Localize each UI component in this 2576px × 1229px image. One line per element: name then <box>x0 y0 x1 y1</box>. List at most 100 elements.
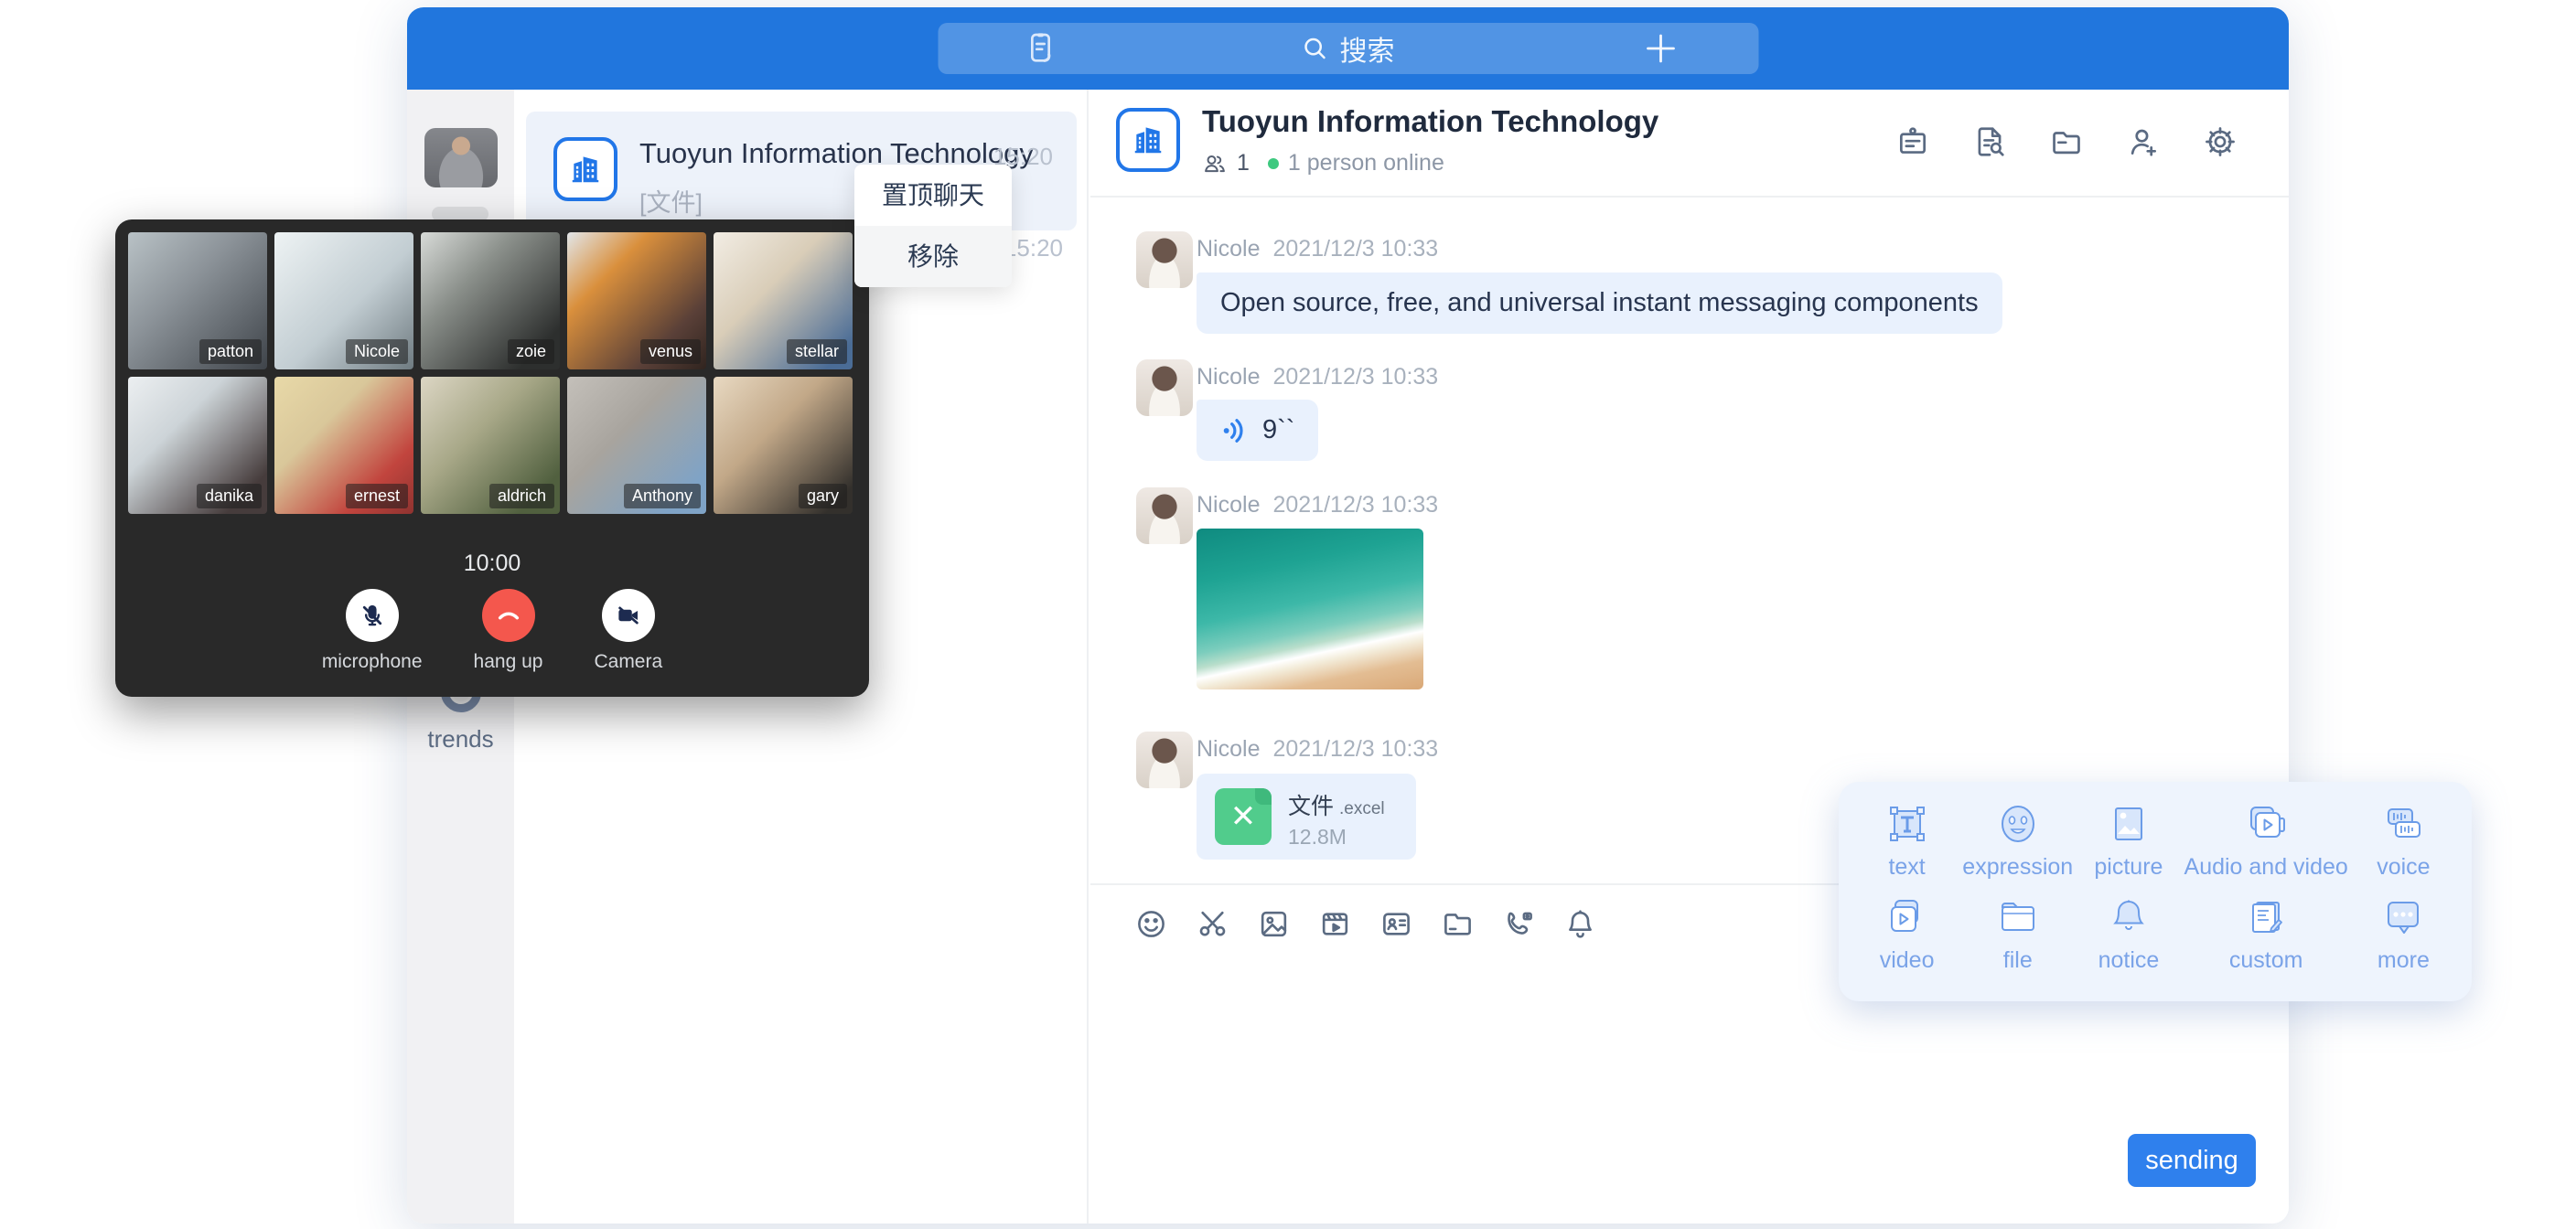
voice-wave-icon <box>1220 416 1250 445</box>
camera-off-button[interactable] <box>602 589 655 642</box>
excel-file-icon: ✕ <box>1215 788 1272 845</box>
my-avatar[interactable] <box>424 128 498 187</box>
menu-item-pin-chat[interactable]: 置顶聊天 <box>854 165 1012 226</box>
video-clip-icon[interactable] <box>1318 907 1352 941</box>
folder-icon[interactable] <box>2049 124 2084 159</box>
file-message-card[interactable]: ✕ 文件.excel 12.8M <box>1197 774 1416 860</box>
participant-tile[interactable]: venus <box>567 232 706 369</box>
participant-grid: patton Nicole zoie venus stellar danika … <box>128 232 853 514</box>
file-name: 文件 <box>1288 794 1334 819</box>
hangup-control: hang up <box>474 589 543 673</box>
participant-name: aldrich <box>489 484 554 508</box>
message-meta: Nicole 2021/12/3 10:33 <box>1197 736 1438 763</box>
participant-tile[interactable]: gary <box>714 377 853 514</box>
plus-icon[interactable] <box>1641 29 1680 68</box>
message-meta: Nicole2021/12/3 10:33 <box>1197 492 1438 518</box>
context-menu: 置顶聊天 移除 <box>854 165 1012 287</box>
camera-control: Camera <box>594 589 662 673</box>
voice-icon <box>2381 802 2425 846</box>
expression-icon <box>1996 802 2040 846</box>
participant-tile[interactable]: ernest <box>274 377 413 514</box>
panel-item-custom[interactable]: custom <box>2184 895 2348 974</box>
call-timer: 10:00 <box>115 550 869 577</box>
notice-icon <box>2107 895 2151 939</box>
avatar[interactable] <box>1136 231 1193 288</box>
microphone-control: microphone <box>322 589 423 673</box>
search-input[interactable]: 搜索 <box>938 23 1758 74</box>
sender-name: Nicole <box>1197 364 1260 390</box>
menu-item-remove[interactable]: 移除 <box>854 226 1012 287</box>
group-avatar <box>1116 108 1180 172</box>
conversation-header: Tuoyun Information Technology 1 1 person… <box>1090 90 2289 198</box>
notification-bell-icon[interactable] <box>1563 907 1597 941</box>
participant-tile[interactable]: Anthony <box>567 377 706 514</box>
participant-tile[interactable]: Nicole <box>274 232 413 369</box>
participant-tile[interactable]: stellar <box>714 232 853 369</box>
camera-off-icon <box>615 602 642 629</box>
contact-card-icon[interactable] <box>1379 907 1413 941</box>
panel-item-video[interactable]: video <box>1852 895 1962 974</box>
sender-name: Nicole <box>1197 492 1260 518</box>
building-icon <box>568 152 603 187</box>
text-message-bubble[interactable]: Open source, free, and universal instant… <box>1197 273 2002 334</box>
panel-item-voice[interactable]: voice <box>2348 802 2459 881</box>
video-icon <box>1885 895 1929 939</box>
participant-tile[interactable]: danika <box>128 377 267 514</box>
trends-label: trends <box>407 725 514 753</box>
more-icon <box>2381 895 2425 939</box>
participant-name: venus <box>640 339 701 364</box>
message-time: 2021/12/3 10:33 <box>1272 236 1438 262</box>
panel-item-picture[interactable]: picture <box>2073 802 2184 881</box>
settings-icon[interactable] <box>2203 124 2238 159</box>
emoji-icon[interactable] <box>1134 907 1168 941</box>
image-message[interactable] <box>1197 529 1423 689</box>
participant-name: stellar <box>787 339 847 364</box>
hang-up-button[interactable] <box>482 589 535 642</box>
avatar[interactable] <box>1136 487 1193 544</box>
panel-item-file[interactable]: file <box>1962 895 2073 974</box>
search-bar[interactable]: 搜索 <box>938 23 1758 74</box>
voice-message-bubble[interactable]: 9`` <box>1197 400 1318 461</box>
avatar[interactable] <box>1136 359 1193 416</box>
member-count: 1 <box>1237 150 1250 176</box>
panel-item-more[interactable]: more <box>2348 895 2459 974</box>
control-label: Camera <box>594 651 662 673</box>
participant-name: danika <box>197 484 262 508</box>
send-button[interactable]: sending <box>2128 1134 2256 1187</box>
search-icon <box>1302 35 1329 62</box>
participant-name: gary <box>799 484 847 508</box>
mic-off-button[interactable] <box>346 589 399 642</box>
video-call-icon[interactable] <box>1502 907 1536 941</box>
add-member-icon[interactable] <box>2126 124 2161 159</box>
file-size: 12.8M <box>1288 825 1347 850</box>
conversation-time: 15:20 <box>1004 234 1063 262</box>
top-bar: 搜索 <box>407 7 2289 90</box>
message-list: Nicole 2021/12/3 10:33 Open source, free,… <box>1090 198 2289 883</box>
file-folder-icon[interactable] <box>1441 907 1475 941</box>
screenshot-scissors-icon[interactable] <box>1196 907 1229 941</box>
video-call-window: patton Nicole zoie venus stellar danika … <box>115 219 869 697</box>
control-label: hang up <box>474 651 543 673</box>
panel-item-notice[interactable]: notice <box>2073 895 2184 974</box>
panel-item-expression[interactable]: expression <box>1962 802 2073 881</box>
participant-tile[interactable]: aldrich <box>421 377 560 514</box>
message-time: 2021/12/3 10:33 <box>1272 736 1438 762</box>
panel-item-audio-video[interactable]: Audio and video <box>2184 802 2348 881</box>
doc-search-icon[interactable] <box>1972 124 2007 159</box>
participant-tile[interactable]: zoie <box>421 232 560 369</box>
participant-tile[interactable]: patton <box>128 232 267 369</box>
picture-icon <box>2107 802 2151 846</box>
participant-name: patton <box>199 339 262 364</box>
sender-name: Nicole <box>1197 236 1260 262</box>
message-type-panel: text expression picture <box>1839 782 2472 1001</box>
mic-off-icon <box>359 602 386 629</box>
panel-item-text[interactable]: text <box>1852 802 1962 881</box>
audio-video-icon <box>2244 802 2288 846</box>
sender-name: Nicole <box>1197 736 1260 762</box>
picture-icon[interactable] <box>1257 907 1291 941</box>
announcement-icon[interactable] <box>1895 124 1930 159</box>
page-title: Tuoyun Information Technology <box>1202 104 1658 139</box>
avatar[interactable] <box>1136 732 1193 788</box>
control-label: microphone <box>322 651 423 673</box>
custom-icon <box>2244 895 2288 939</box>
